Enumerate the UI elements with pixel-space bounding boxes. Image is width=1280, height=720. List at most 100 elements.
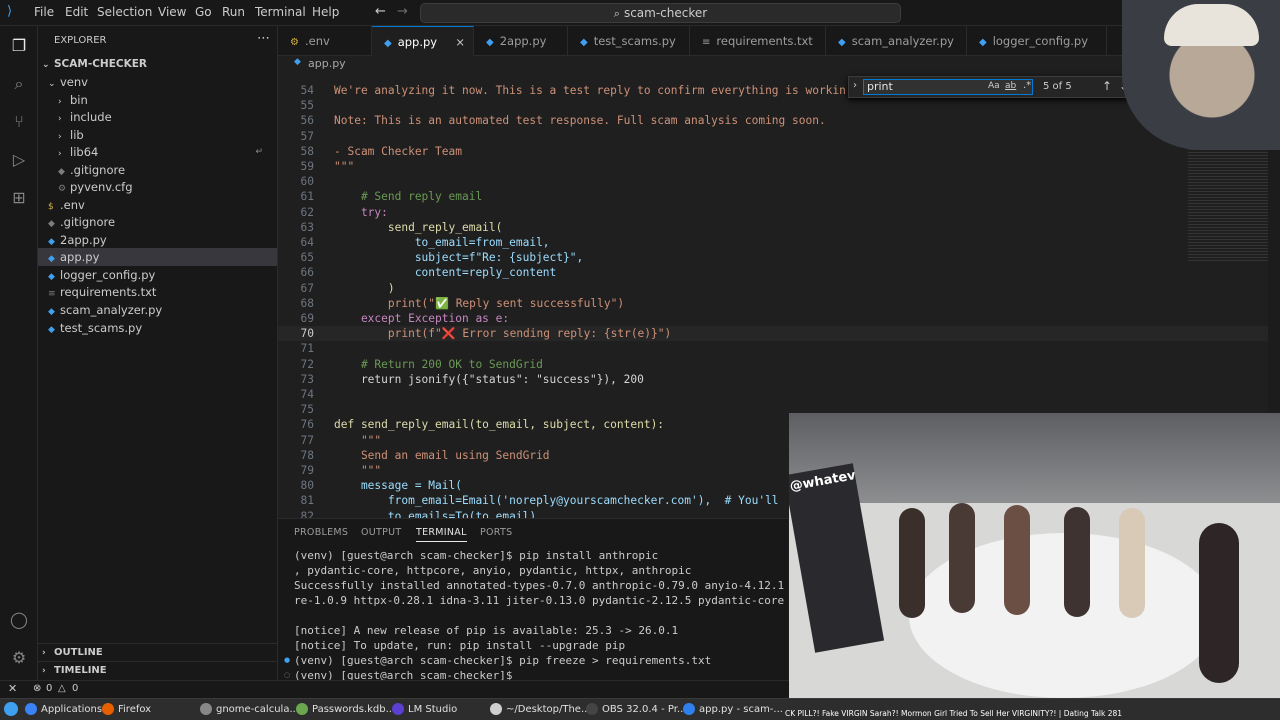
menu-view[interactable]: View bbox=[158, 5, 186, 19]
cap-shape bbox=[1164, 4, 1259, 46]
keepass-icon bbox=[296, 703, 308, 715]
line-number: 56 bbox=[300, 114, 314, 127]
line-number: 79 bbox=[300, 464, 314, 477]
tree-file-env[interactable]: $ .env bbox=[38, 196, 277, 214]
task-file-manager[interactable]: ~/Desktop/The... bbox=[490, 702, 591, 718]
task-firefox[interactable]: Firefox bbox=[102, 702, 151, 718]
search-icon: ⌕ bbox=[613, 7, 620, 20]
code-text: subject=f"Re: {subject}", bbox=[334, 251, 584, 264]
close-icon[interactable]: × bbox=[455, 27, 465, 57]
tree-folder-bin[interactable]: › bin bbox=[38, 91, 277, 109]
tree-file-logger-config[interactable]: ◆ logger_config.py bbox=[38, 266, 277, 284]
tree-file-scam-analyzer[interactable]: ◆ scam_analyzer.py bbox=[38, 301, 277, 319]
menu-run[interactable]: Run bbox=[222, 5, 245, 19]
person-silhouette bbox=[899, 508, 925, 618]
command-center-label: scam-checker bbox=[623, 6, 708, 20]
menu-help[interactable]: Help bbox=[312, 5, 339, 19]
task-lm-studio[interactable]: LM Studio bbox=[392, 702, 457, 718]
menu-terminal[interactable]: Terminal bbox=[255, 5, 306, 19]
match-word-icon[interactable]: ab bbox=[1005, 81, 1016, 91]
task-obs[interactable]: OBS 32.0.4 - Pr... bbox=[586, 702, 686, 718]
tree-file-test-scams[interactable]: ◆ test_scams.py bbox=[38, 319, 277, 337]
more-actions-icon[interactable]: ⋯ bbox=[257, 31, 270, 46]
error-icon[interactable]: ⊗ bbox=[33, 683, 41, 694]
tree-file-2app[interactable]: ◆ 2app.py bbox=[38, 231, 277, 249]
tree-label: .env bbox=[60, 198, 85, 212]
outline-section[interactable]: › OUTLINE bbox=[38, 643, 277, 661]
line-number: 62 bbox=[300, 206, 314, 219]
timeline-section[interactable]: › TIMELINE bbox=[38, 661, 277, 679]
tab-problems[interactable]: PROBLEMS bbox=[294, 527, 348, 538]
settings-gear-icon[interactable]: ⚙ bbox=[9, 648, 29, 668]
arrow-up-icon[interactable]: ↑ bbox=[1102, 79, 1112, 93]
person-silhouette bbox=[1199, 523, 1239, 683]
line-number: 68 bbox=[300, 297, 314, 310]
run-debug-icon[interactable]: ▷ bbox=[9, 150, 29, 170]
command-center[interactable]: ⌕ scam-checker bbox=[420, 3, 901, 23]
tab-2app-py[interactable]: ◆ 2app.py bbox=[474, 26, 568, 56]
workspace-root[interactable]: ⌄ SCAM-CHECKER bbox=[38, 55, 277, 73]
chevron-right-icon[interactable]: › bbox=[853, 80, 857, 91]
line-number: 78 bbox=[300, 449, 314, 462]
match-count: 5 of 5 bbox=[1043, 81, 1072, 92]
tab-label: requirements.txt bbox=[716, 34, 813, 48]
tree-folder-lib64[interactable]: › lib64 ↵ bbox=[38, 143, 277, 161]
account-icon[interactable]: ◯ bbox=[9, 610, 29, 630]
menu-edit[interactable]: Edit bbox=[65, 5, 88, 19]
task-keepass[interactable]: Passwords.kdb... bbox=[296, 702, 395, 718]
activity-bar: ❐ ⌕ ⑂ ▷ ⊞ ◯ ⚙ bbox=[0, 26, 38, 680]
source-control-icon[interactable]: ⑂ bbox=[9, 112, 29, 132]
tab-output[interactable]: OUTPUT bbox=[361, 527, 402, 538]
tree-file-gitignore-root[interactable]: ◆ .gitignore bbox=[38, 213, 277, 231]
tab-scam-analyzer[interactable]: ◆ scam_analyzer.py bbox=[826, 26, 967, 56]
task-applications[interactable]: Applications bbox=[25, 702, 102, 718]
person-silhouette bbox=[1064, 507, 1090, 617]
tree-label: include bbox=[70, 110, 112, 124]
code-text: from_email=Email('noreply@yourscamchecke… bbox=[334, 494, 779, 507]
error-count[interactable]: 0 bbox=[46, 683, 52, 694]
tree-file-gitignore[interactable]: ◆ .gitignore bbox=[38, 161, 277, 179]
firefox-icon bbox=[102, 703, 114, 715]
python-file-icon: ◆ bbox=[838, 37, 846, 48]
explorer-icon[interactable]: ❐ bbox=[9, 36, 29, 56]
tab-terminal[interactable]: TERMINAL bbox=[416, 527, 467, 542]
task-label: Firefox bbox=[118, 704, 152, 715]
tree-folder-lib[interactable]: › lib bbox=[38, 126, 277, 144]
tab-ports[interactable]: PORTS bbox=[480, 527, 512, 538]
line-number: 66 bbox=[300, 266, 314, 279]
tree-file-requirements[interactable]: ≡ requirements.txt bbox=[38, 283, 277, 301]
tab-label: app.py bbox=[397, 35, 438, 49]
menu-file[interactable]: File bbox=[34, 5, 54, 19]
tab-env[interactable]: ⚙ .env bbox=[278, 26, 372, 56]
match-case-icon[interactable]: Aa bbox=[988, 81, 1000, 91]
line-number: 63 bbox=[300, 221, 314, 234]
tab-label: logger_config.py bbox=[992, 34, 1089, 48]
tree-file-app[interactable]: ◆ app.py bbox=[38, 248, 277, 266]
tab-logger-config[interactable]: ◆ logger_config.py bbox=[967, 26, 1107, 56]
regex-icon[interactable]: .* bbox=[1023, 80, 1031, 91]
back-arrow-icon[interactable]: ← bbox=[375, 4, 386, 19]
system-icon[interactable] bbox=[4, 702, 18, 716]
search-icon[interactable]: ⌕ bbox=[9, 74, 29, 94]
remote-icon[interactable]: ✕ bbox=[8, 682, 17, 695]
tab-app-py[interactable]: ◆ app.py × bbox=[372, 26, 474, 56]
forward-arrow-icon[interactable]: → bbox=[397, 4, 408, 19]
menu-go[interactable]: Go bbox=[195, 5, 212, 19]
code-line: 63 send_reply_email( bbox=[278, 220, 1280, 235]
tab-requirements[interactable]: ≡ requirements.txt bbox=[690, 26, 826, 56]
task-vscode[interactable]: app.py - scam-... bbox=[683, 702, 783, 718]
explorer-title: EXPLORER bbox=[54, 35, 107, 46]
menu-selection[interactable]: Selection bbox=[97, 5, 152, 19]
breadcrumb-file[interactable]: app.py bbox=[308, 57, 346, 70]
terminal-line: re-1.0.9 httpx-0.28.1 idna-3.11 jiter-0.… bbox=[294, 594, 785, 607]
minimap[interactable] bbox=[1188, 132, 1268, 262]
tree-file-pyvenv[interactable]: ⚙ pyvenv.cfg bbox=[38, 178, 277, 196]
tree-folder-include[interactable]: › include bbox=[38, 108, 277, 126]
tree-label: logger_config.py bbox=[60, 268, 156, 282]
extensions-icon[interactable]: ⊞ bbox=[9, 188, 29, 208]
tree-folder-venv[interactable]: ⌄ venv bbox=[38, 73, 277, 91]
warning-count[interactable]: 0 bbox=[72, 683, 78, 694]
task-calculator[interactable]: gnome-calcula... bbox=[200, 702, 299, 718]
warning-icon[interactable]: △ bbox=[58, 683, 66, 694]
tab-test-scams[interactable]: ◆ test_scams.py bbox=[568, 26, 690, 56]
